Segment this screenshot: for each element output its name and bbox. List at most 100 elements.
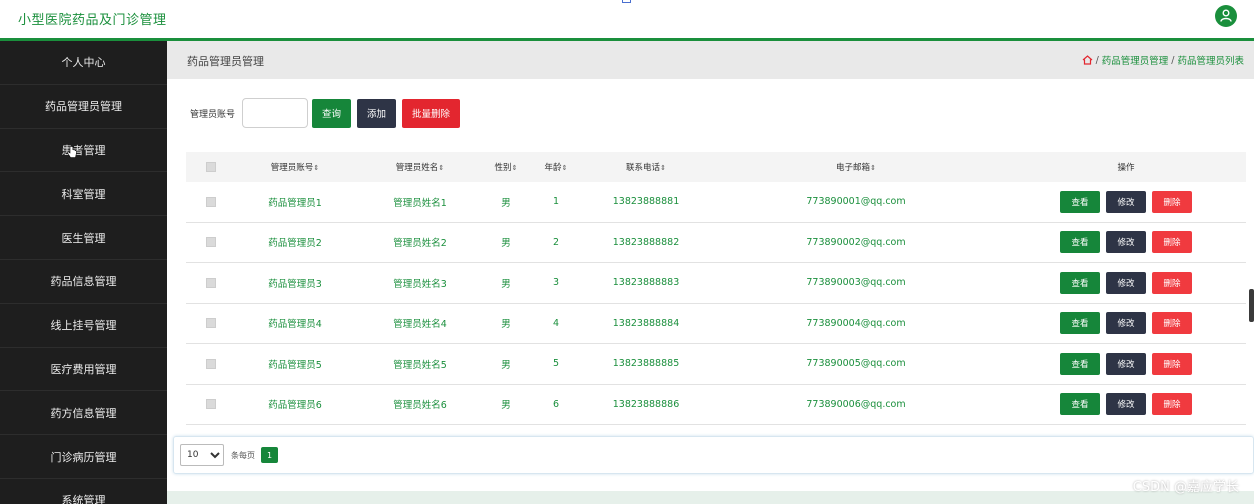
page-title: 药品管理员管理 — [187, 55, 264, 68]
query-button[interactable]: 查询 — [312, 98, 352, 128]
breadcrumb-separator: / — [1095, 54, 1099, 66]
row-checkbox[interactable] — [206, 277, 216, 288]
column-header-label: 电子邮箱 — [836, 163, 871, 173]
cell-age: 6 — [552, 398, 560, 410]
row-checkbox[interactable] — [206, 318, 216, 329]
column-header-account[interactable]: 管理员账号⇕ — [236, 161, 354, 173]
batch-delete-button[interactable]: 批量删除 — [402, 98, 461, 128]
hand-cursor-icon — [67, 145, 77, 158]
sidebar-item[interactable]: 药方信息管理 — [0, 391, 167, 436]
column-header-label: 管理员姓名 — [395, 163, 439, 173]
cell-age: 4 — [552, 317, 560, 329]
per-page-label: 条每页 — [231, 450, 255, 460]
sidebar-item[interactable]: 线上挂号管理 — [0, 304, 167, 348]
edit-button[interactable]: 修改 — [1106, 393, 1146, 416]
edit-button[interactable]: 修改 — [1106, 271, 1146, 294]
view-button[interactable]: 查看 — [1060, 231, 1100, 254]
sidebar-item[interactable]: 医疗费用管理 — [0, 348, 167, 392]
row-actions: 查看 修改 删除 — [1006, 231, 1246, 254]
admin-account-input[interactable] — [242, 98, 309, 128]
cell-name: 管理员姓名5 — [393, 359, 447, 371]
cell-gender: 男 — [501, 238, 511, 250]
user-avatar[interactable] — [1215, 5, 1237, 27]
view-button[interactable]: 查看 — [1060, 352, 1100, 375]
row-actions: 查看 修改 删除 — [1006, 312, 1246, 335]
home-icon[interactable] — [1082, 55, 1093, 65]
row-checkbox[interactable] — [206, 237, 216, 248]
sidebar-item[interactable]: 药品管理员管理 — [0, 85, 167, 129]
column-header-name[interactable]: 管理员姓名⇕ — [354, 161, 486, 173]
edit-button[interactable]: 修改 — [1106, 190, 1146, 213]
search-bar: 管理员账号 查询 添加 批量删除 — [190, 98, 466, 128]
cell-phone: 13823888882 — [612, 236, 680, 248]
column-header-phone[interactable]: 联系电话⇕ — [586, 161, 706, 173]
table-row: 药品管理员5 管理员姓名5 男 5 13823888885 773890005@qq.co… — [186, 344, 1246, 385]
sidebar-item-label: 药方信息管理 — [50, 406, 117, 420]
cell-name: 管理员姓名2 — [393, 238, 447, 250]
sort-icon[interactable]: ⇕ — [660, 164, 666, 172]
delete-button[interactable]: 删除 — [1152, 312, 1192, 335]
cell-account: 药品管理员4 — [268, 319, 322, 331]
sidebar-item[interactable]: 门诊病历管理 — [0, 435, 167, 479]
delete-button[interactable]: 删除 — [1152, 231, 1192, 254]
breadcrumb: / 药品管理员管理 / 药品管理员列表 — [1082, 53, 1244, 67]
sidebar-item-label: 门诊病历管理 — [50, 450, 117, 464]
sort-icon[interactable]: ⇕ — [870, 164, 876, 172]
page-number-button[interactable]: 1 — [261, 447, 278, 463]
cell-age: 1 — [552, 196, 560, 208]
cell-account: 药品管理员5 — [268, 359, 322, 371]
cell-name: 管理员姓名4 — [393, 319, 447, 331]
sidebar-item[interactable]: 患者管理 — [0, 129, 167, 173]
column-header-age[interactable]: 年龄⇕ — [526, 161, 586, 173]
scrollbar-thumb[interactable] — [1249, 289, 1254, 322]
column-header-email[interactable]: 电子邮箱⇕ — [706, 161, 1006, 173]
column-header-label: 操作 — [1117, 163, 1135, 173]
column-header-actions: 操作 — [1006, 161, 1246, 173]
cell-account: 药品管理员6 — [268, 400, 322, 412]
edit-button[interactable]: 修改 — [1106, 352, 1146, 375]
row-checkbox-cell — [186, 358, 236, 369]
sort-icon[interactable]: ⇕ — [562, 164, 568, 172]
page-size-select[interactable]: 10 — [180, 444, 224, 466]
column-header-label: 年龄 — [544, 163, 562, 173]
select-all-checkbox[interactable] — [206, 162, 216, 172]
sidebar-item[interactable]: 系统管理 — [0, 479, 167, 504]
edit-button[interactable]: 修改 — [1106, 231, 1146, 254]
cell-email: 773890003@qq.com — [806, 277, 906, 289]
sidebar-item[interactable]: 药品信息管理 — [0, 260, 167, 304]
view-button[interactable]: 查看 — [1060, 312, 1100, 335]
cell-email: 773890002@qq.com — [806, 236, 906, 248]
sort-icon[interactable]: ⇕ — [438, 164, 444, 172]
row-actions: 查看 修改 删除 — [1006, 393, 1246, 416]
table-header: 管理员账号⇕ 管理员姓名⇕ 性别⇕ 年龄⇕ 联系电话⇕ 电子邮箱⇕ 操作 — [186, 152, 1246, 182]
column-header-gender[interactable]: 性别⇕ — [486, 161, 526, 173]
sidebar-item[interactable]: 科室管理 — [0, 172, 167, 217]
sort-icon[interactable]: ⇕ — [313, 164, 319, 172]
view-button[interactable]: 查看 — [1060, 393, 1100, 416]
delete-button[interactable]: 删除 — [1152, 190, 1192, 213]
table-row: 药品管理员6 管理员姓名6 男 6 13823888886 773890006@qq.co… — [186, 385, 1246, 425]
sidebar-item[interactable]: 医生管理 — [0, 216, 167, 260]
row-checkbox[interactable] — [206, 399, 216, 410]
top-edge-mark — [622, 0, 631, 3]
breadcrumb-item-admin-manage[interactable]: 药品管理员管理 — [1102, 53, 1169, 67]
search-label: 管理员账号 — [190, 109, 236, 120]
delete-button[interactable]: 删除 — [1152, 393, 1192, 416]
row-checkbox-cell — [186, 277, 236, 288]
cell-phone: 13823888885 — [612, 358, 680, 370]
table-row: 药品管理员3 管理员姓名3 男 3 13823888883 773890003@qq.co… — [186, 263, 1246, 304]
sidebar-item[interactable]: 个人中心 — [0, 41, 167, 85]
row-checkbox[interactable] — [206, 196, 216, 207]
add-button[interactable]: 添加 — [357, 98, 397, 128]
view-button[interactable]: 查看 — [1060, 271, 1100, 294]
delete-button[interactable]: 删除 — [1152, 352, 1192, 375]
table-row: 药品管理员2 管理员姓名2 男 2 13823888882 773890002@qq.co… — [186, 223, 1246, 263]
sidebar-item-label: 药品管理员管理 — [45, 100, 122, 114]
sort-icon[interactable]: ⇕ — [512, 164, 518, 172]
sidebar-item-label: 科室管理 — [61, 187, 106, 201]
table-body: 药品管理员1 管理员姓名1 男 1 13823888881 773890001@qq.co… — [186, 182, 1246, 425]
row-checkbox[interactable] — [206, 358, 216, 369]
view-button[interactable]: 查看 — [1060, 190, 1100, 213]
edit-button[interactable]: 修改 — [1106, 312, 1146, 335]
delete-button[interactable]: 删除 — [1152, 271, 1192, 294]
